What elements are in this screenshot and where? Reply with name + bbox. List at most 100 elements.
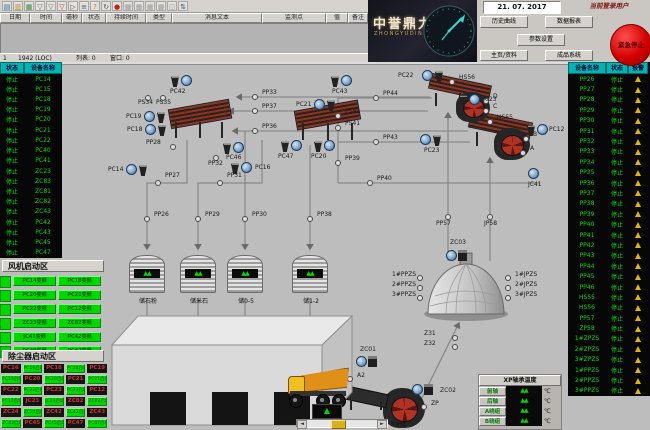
device-row[interactable]: 停止 PC18 — [0, 94, 62, 104]
device-row[interactable]: PP38 停止 — [568, 199, 650, 209]
vfd-start-button[interactable]: PC18变频 — [58, 276, 101, 286]
device-row[interactable]: PP40 停止 — [568, 219, 650, 229]
PC47-unit[interactable] — [280, 140, 302, 152]
device-row[interactable]: PP35 停止 — [568, 168, 650, 178]
bearing-label[interactable]: A绕组 — [479, 407, 506, 416]
device-start-button[interactable]: PC21启动 — [87, 375, 107, 384]
device-row[interactable]: 停止 ZC23 — [0, 166, 62, 176]
slider-left-arrow[interactable]: ◄ — [297, 420, 307, 429]
device-row[interactable]: 停止 PC42 — [0, 217, 62, 227]
device-row[interactable]: PP43 停止 — [568, 251, 650, 261]
device-row[interactable]: 3#ZPZS 停止 — [568, 355, 650, 365]
device-row[interactable]: PP46 停止 — [568, 282, 650, 292]
device-row[interactable]: PP28 停止 — [568, 95, 650, 105]
device-row[interactable]: 停止 PC14 — [0, 74, 62, 84]
clipped-button[interactable] — [0, 304, 11, 316]
device-row[interactable]: 2#ZPZS 停止 — [568, 344, 650, 354]
device-row[interactable]: 停止 PC43 — [0, 227, 62, 237]
device-row[interactable]: PP39 停止 — [568, 209, 650, 219]
device-row[interactable]: PP32 停止 — [568, 136, 650, 146]
slider-right-arrow[interactable]: ► — [377, 420, 387, 429]
JC41-unit[interactable] — [528, 168, 539, 179]
vfd-start-button[interactable]: ZC82变频 — [58, 318, 101, 328]
device-row[interactable]: PP45 停止 — [568, 271, 650, 281]
device-start-button[interactable]: PC20启动 — [44, 375, 64, 384]
device-row[interactable]: 停止 PC47 — [0, 248, 62, 258]
device-row[interactable]: PP31 停止 — [568, 126, 650, 136]
JC23-unit[interactable] — [458, 94, 480, 106]
device-row[interactable]: 停止 PC20 — [0, 115, 62, 125]
PC14-unit[interactable] — [126, 164, 148, 176]
device-start-button[interactable]: ZC24启动 — [23, 408, 43, 417]
device-row[interactable]: PP42 停止 — [568, 240, 650, 250]
device-start-button[interactable]: JC23启动 — [44, 397, 64, 406]
device-row[interactable]: 1#PPZS 停止 — [568, 365, 650, 375]
silo[interactable]: ▲▲ 储石粉 — [129, 255, 165, 293]
silo[interactable]: ▲▲ 储0-5 — [227, 255, 263, 293]
bearing-label[interactable]: B绕组 — [479, 417, 506, 426]
PC12-unit[interactable] — [526, 124, 548, 136]
device-row[interactable]: 1#ZPZS 停止 — [568, 334, 650, 344]
device-row[interactable]: PP36 停止 — [568, 178, 650, 188]
device-row[interactable]: PP34 停止 — [568, 157, 650, 167]
device-row[interactable]: PP27 停止 — [568, 84, 650, 94]
silo[interactable]: ▲▲ 储米石 — [180, 255, 216, 293]
device-row[interactable]: 停止 PC15 — [0, 84, 62, 94]
vfd-start-button[interactable]: PC20变频 — [13, 290, 56, 300]
device-row[interactable]: 停止 ZC81 — [0, 186, 62, 196]
clipped-button[interactable] — [0, 290, 11, 302]
device-row[interactable]: 停止 PC22 — [0, 135, 62, 145]
PC22-unit[interactable] — [422, 70, 444, 82]
device-row[interactable]: 停止 ZC82 — [0, 197, 62, 207]
device-start-button[interactable]: ZC82启动 — [87, 397, 107, 406]
frequency-slider[interactable]: ◄ ► — [296, 419, 388, 428]
device-row[interactable]: ZP58 停止 — [568, 323, 650, 333]
PC16-unit[interactable] — [230, 162, 252, 174]
device-row[interactable]: 2#PPZS 停止 — [568, 375, 650, 385]
vfd-start-button[interactable]: PC21变频 — [58, 290, 101, 300]
device-start-button[interactable]: PC18启动 — [66, 364, 86, 373]
device-row[interactable]: 停止 PC40 — [0, 146, 62, 156]
emergency-stop-button[interactable]: 紧急停止 — [610, 24, 650, 66]
ZC02-unit[interactable] — [412, 384, 433, 395]
device-start-button[interactable]: PC19启动 — [1, 375, 21, 384]
device-row[interactable]: 停止 PC19 — [0, 105, 62, 115]
silo[interactable]: ▲▲ 储1-2 — [292, 255, 328, 293]
device-row[interactable]: PP33 停止 — [568, 147, 650, 157]
PC43-unit[interactable] — [330, 75, 352, 87]
PC42-unit[interactable] — [170, 75, 192, 87]
ZC01-unit[interactable] — [356, 356, 377, 367]
device-start-button[interactable]: ZC42启动 — [66, 408, 86, 417]
device-row[interactable]: PP26 停止 — [568, 74, 650, 84]
device-row[interactable]: 停止 PC45 — [0, 238, 62, 248]
device-start-button[interactable]: PC16启动 — [23, 364, 43, 373]
clipped-button[interactable] — [0, 318, 11, 330]
device-row[interactable]: PP30 停止 — [568, 116, 650, 126]
device-start-button[interactable]: PC23启动 — [66, 386, 86, 395]
clipped-button[interactable] — [0, 332, 11, 344]
bearing-label[interactable]: 前轴 — [479, 387, 506, 396]
device-row[interactable]: 停止 ZC43 — [0, 207, 62, 217]
device-start-button[interactable]: ZC43启动 — [1, 419, 21, 428]
device-row[interactable]: 停止 PC21 — [0, 125, 62, 135]
vfd-start-button[interactable]: JC41变频 — [13, 332, 56, 342]
device-row[interactable]: PP57 停止 — [568, 313, 650, 323]
device-row[interactable]: PP37 停止 — [568, 188, 650, 198]
vfd-start-button[interactable]: PC14变频 — [13, 276, 56, 286]
device-row[interactable]: 停止 ZC83 — [0, 176, 62, 186]
PC21-unit[interactable] — [314, 99, 336, 111]
clipped-button[interactable] — [0, 276, 11, 288]
device-start-button[interactable]: PC12启动 — [1, 397, 21, 406]
vfd-start-button[interactable]: ZC23变频 — [13, 318, 56, 328]
ZC03-unit[interactable] — [446, 250, 467, 261]
device-row[interactable]: HS55 停止 — [568, 292, 650, 302]
device-row[interactable]: PP44 停止 — [568, 261, 650, 271]
bearing-label[interactable]: 后轴 — [479, 397, 506, 406]
device-row[interactable]: HS56 停止 — [568, 303, 650, 313]
PC20-unit[interactable] — [313, 140, 335, 152]
vfd-start-button[interactable]: PC12变频 — [58, 304, 101, 314]
PC19-unit[interactable] — [144, 111, 166, 123]
device-start-button[interactable]: PC47启动 — [87, 419, 107, 428]
vfd-start-button[interactable]: PC42变频 — [58, 332, 101, 342]
device-start-button[interactable]: PC45启动 — [44, 419, 64, 428]
